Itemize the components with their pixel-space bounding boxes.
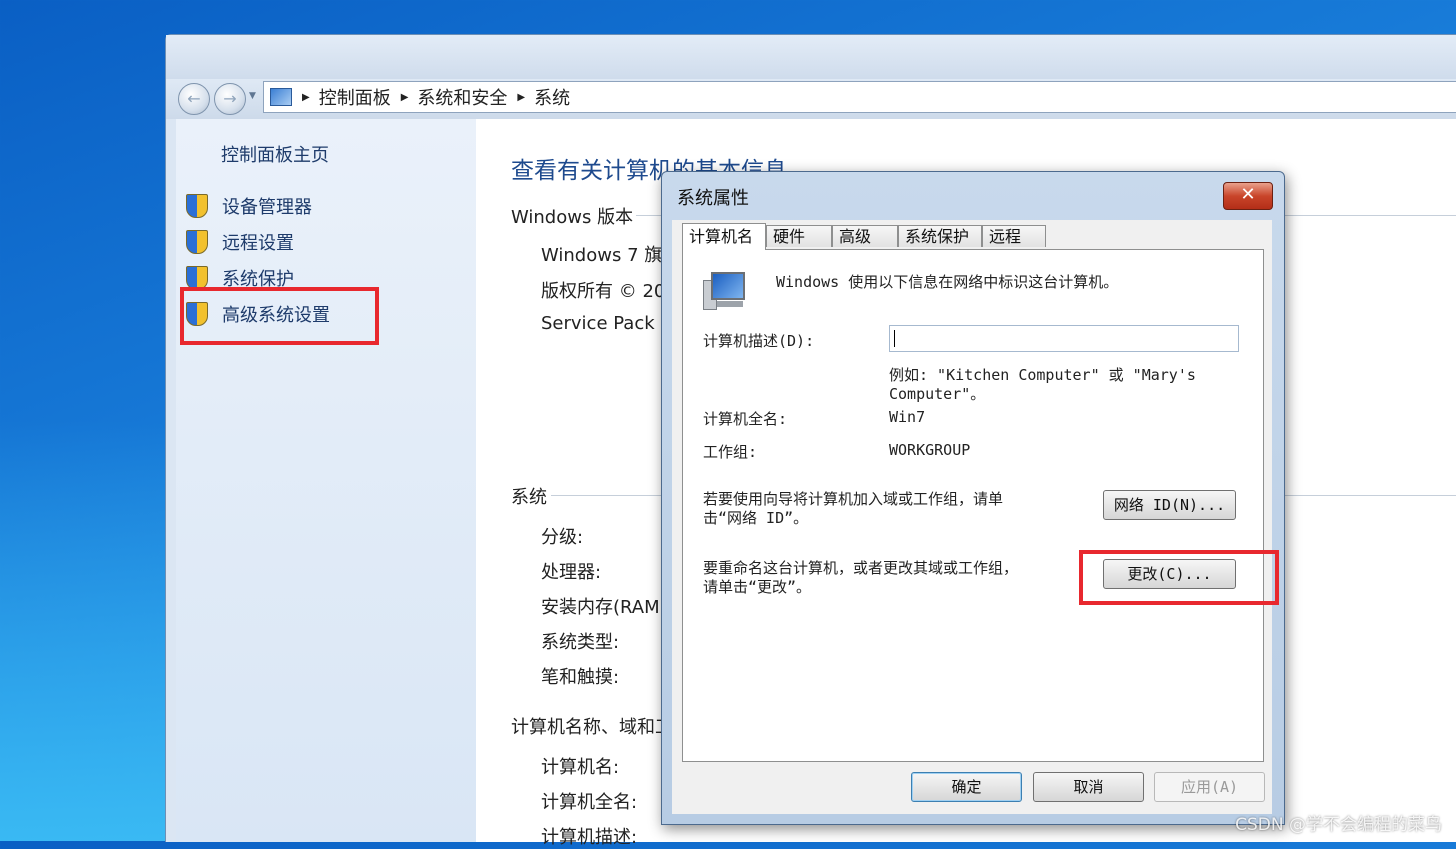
- dialog-body: 计算机名 硬件 高级 系统保护 远程 Windows 使用以下信息在网络中标识这…: [672, 220, 1272, 814]
- apply-button[interactable]: 应用(A): [1154, 772, 1265, 802]
- service-pack: Service Pack 1: [541, 313, 672, 334]
- address-bar[interactable]: ▶ 控制面板 ▶ 系统和安全 ▶ 系统: [263, 81, 1456, 113]
- highlight-box-change-button: [1079, 550, 1279, 605]
- shield-icon: [186, 230, 208, 254]
- workgroup-value: WORKGROUP: [889, 441, 971, 459]
- tab-hardware[interactable]: 硬件: [766, 225, 832, 247]
- back-arrow-icon[interactable]: ←: [178, 83, 210, 115]
- tab-system-protection[interactable]: 系统保护: [898, 225, 982, 247]
- sidebar-item-remote-settings[interactable]: 远程设置: [186, 227, 294, 257]
- breadcrumb-chevron-icon[interactable]: ▶: [517, 92, 525, 103]
- example-text-line1: 例如: "Kitchen Computer" 或 "Mary's: [889, 366, 1196, 384]
- intro-text: Windows 使用以下信息在网络中标识这台计算机。: [776, 273, 1119, 291]
- rating-label: 分级:: [541, 527, 584, 548]
- sidebar-item-device-manager[interactable]: 设备管理器: [186, 191, 312, 221]
- computer-name-panel: Windows 使用以下信息在网络中标识这台计算机。 计算机描述(D): 例如:…: [682, 249, 1264, 762]
- section-computer-name: 计算机名称、域和工: [511, 717, 673, 738]
- desktop-background: [0, 420, 180, 841]
- ok-button[interactable]: 确定: [911, 772, 1022, 802]
- edition-name: Windows 7 旗: [541, 245, 663, 266]
- breadcrumb-system-security[interactable]: 系统和安全: [417, 84, 507, 110]
- tab-remote[interactable]: 远程: [982, 225, 1046, 247]
- window-titlebar: [166, 35, 1456, 79]
- breadcrumb-system[interactable]: 系统: [534, 84, 570, 110]
- shield-icon: [186, 194, 208, 218]
- workgroup-field-label: 工作组:: [703, 443, 758, 461]
- rename-hint-line1: 要重命名这台计算机，或者更改其域或工作组，: [703, 559, 1019, 577]
- full-name-field-label: 计算机全名:: [703, 410, 788, 428]
- breadcrumb-chevron-icon[interactable]: ▶: [401, 92, 409, 103]
- network-id-button[interactable]: 网络 ID(N)...: [1103, 490, 1236, 520]
- computer-icon: [703, 272, 749, 310]
- network-id-hint-line1: 若要使用向导将计算机加入域或工作组，请单: [703, 490, 1004, 508]
- cancel-button[interactable]: 取消: [1033, 772, 1144, 802]
- section-windows-edition: Windows 版本: [511, 207, 634, 228]
- system-type-label: 系统类型:: [541, 632, 620, 653]
- system-properties-dialog: 系统属性 ✕ 计算机名 硬件 高级 系统保护 远程 Windows 使用以下信息…: [661, 171, 1285, 825]
- tab-computer-name[interactable]: 计算机名: [682, 223, 766, 250]
- sidebar-item-label: 远程设置: [222, 233, 294, 254]
- computer-description-input[interactable]: [889, 325, 1239, 352]
- text-caret: [894, 330, 895, 347]
- navigation-bar: ← → ▼ ▶ 控制面板 ▶ 系统和安全 ▶ 系统: [166, 79, 1456, 119]
- close-icon: ✕: [1240, 184, 1256, 205]
- breadcrumb-chevron-icon[interactable]: ▶: [302, 92, 310, 103]
- close-button[interactable]: ✕: [1223, 182, 1273, 210]
- computer-name-label: 计算机名:: [541, 757, 620, 778]
- copyright-text: 版权所有 © 20: [541, 281, 666, 302]
- watermark: CSDN @学不会编程的菜鸟: [1235, 815, 1442, 835]
- dialog-title: 系统属性: [677, 188, 749, 209]
- sidebar: 控制面板主页 设备管理器 远程设置 系统保护 高级系统设置: [176, 119, 476, 842]
- sidebar-item-label: 设备管理器: [222, 197, 312, 218]
- forward-arrow-icon[interactable]: →: [214, 83, 246, 115]
- description-field-label: 计算机描述(D):: [703, 332, 815, 350]
- ram-label: 安装内存(RAM: [541, 597, 660, 618]
- rename-hint-line2: 请单击“更改”。: [703, 578, 812, 596]
- description-label: 计算机描述:: [541, 827, 638, 848]
- network-id-hint-line2: 击“网络 ID”。: [703, 509, 809, 527]
- full-name-label: 计算机全名:: [541, 792, 638, 813]
- sidebar-home-link[interactable]: 控制面板主页: [221, 141, 329, 167]
- processor-label: 处理器:: [541, 562, 602, 583]
- tab-advanced[interactable]: 高级: [832, 225, 898, 247]
- recent-pages-chevron-icon[interactable]: ▼: [249, 91, 256, 101]
- example-text-line2: Computer"。: [889, 385, 986, 403]
- full-name-value: Win7: [889, 408, 926, 426]
- breadcrumb-control-panel[interactable]: 控制面板: [319, 84, 391, 110]
- control-panel-icon: [270, 88, 292, 106]
- pen-touch-label: 笔和触摸:: [541, 667, 620, 688]
- section-system: 系统: [511, 487, 547, 508]
- highlight-box-advanced-settings: [180, 287, 379, 345]
